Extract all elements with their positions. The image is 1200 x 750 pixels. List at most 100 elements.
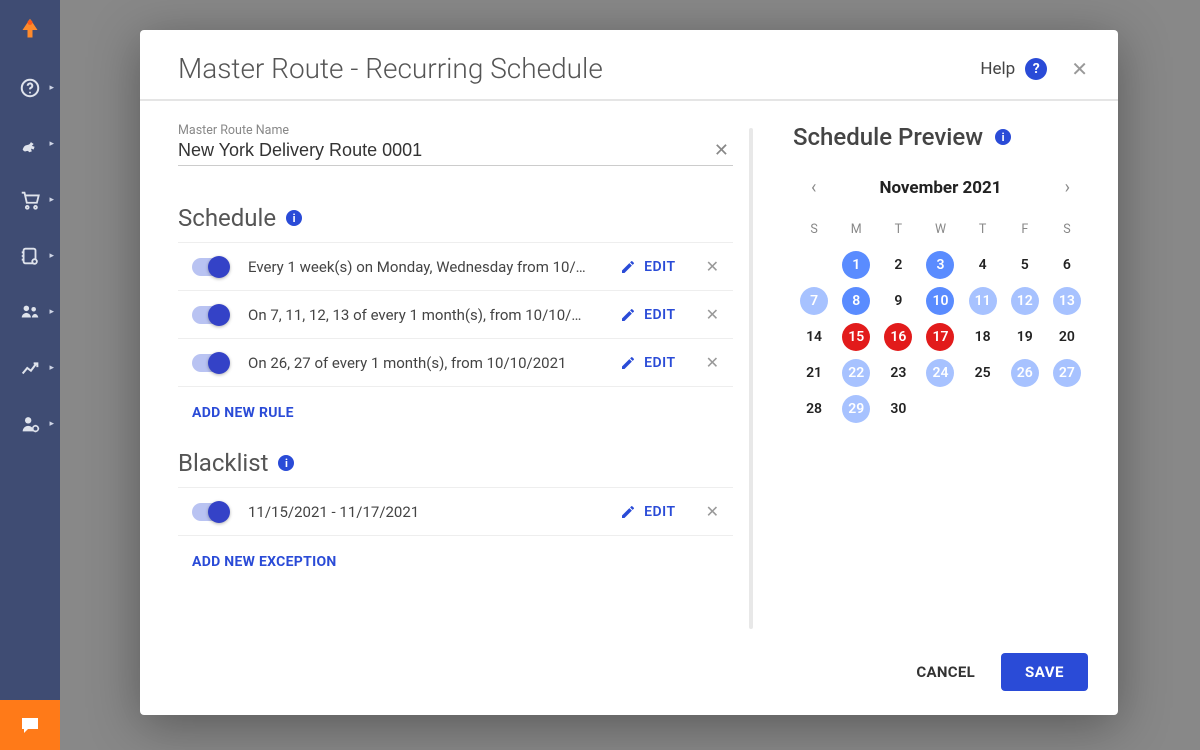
calendar-day[interactable]: 29 <box>842 395 870 423</box>
calendar-day-cell[interactable]: 15 <box>835 323 877 351</box>
next-month-button[interactable]: › <box>1057 173 1078 202</box>
add-new-rule-button[interactable]: ADD NEW RULE <box>192 405 733 421</box>
calendar-day-cell[interactable]: 4 <box>962 251 1004 279</box>
calendar-day-cell[interactable]: 7 <box>793 287 835 315</box>
calendar-day-cell[interactable]: 24 <box>919 359 961 387</box>
calendar-day[interactable]: 16 <box>884 323 912 351</box>
calendar-day[interactable]: 28 <box>800 395 828 423</box>
calendar-day-cell[interactable]: 21 <box>793 359 835 387</box>
info-icon[interactable]: i <box>995 129 1011 145</box>
blacklist-rule: 11/15/2021 - 11/17/2021 EDIT ✕ <box>178 488 733 536</box>
calendar-day[interactable]: 30 <box>884 395 912 423</box>
calendar-day[interactable]: 17 <box>926 323 954 351</box>
pencil-icon <box>620 307 636 323</box>
calendar-day[interactable]: 10 <box>926 287 954 315</box>
calendar-day-cell[interactable]: 5 <box>1004 251 1046 279</box>
save-button[interactable]: SAVE <box>1001 653 1088 691</box>
calendar-day[interactable]: 18 <box>969 323 997 351</box>
calendar-day[interactable]: 6 <box>1053 251 1081 279</box>
calendar-day[interactable]: 9 <box>884 287 912 315</box>
edit-button[interactable]: EDIT <box>612 303 683 327</box>
sidebar-item-addressbook[interactable]: ▸ <box>0 228 60 284</box>
calendar-day[interactable]: 7 <box>800 287 828 315</box>
delete-rule-icon[interactable]: ✕ <box>698 349 727 376</box>
help-icon[interactable]: ? <box>1025 58 1047 80</box>
chat-widget[interactable] <box>0 700 60 750</box>
calendar-day[interactable]: 20 <box>1053 323 1081 351</box>
info-icon[interactable]: i <box>278 455 294 471</box>
delete-rule-icon[interactable]: ✕ <box>698 498 727 525</box>
route-name-input[interactable] <box>178 140 710 161</box>
sidebar-item-account[interactable]: ▸ <box>0 396 60 452</box>
calendar-day-cell[interactable]: 19 <box>1004 323 1046 351</box>
calendar-day[interactable]: 19 <box>1011 323 1039 351</box>
rule-toggle[interactable] <box>192 306 228 324</box>
sidebar-item-help[interactable]: ▸ <box>0 60 60 116</box>
calendar-day[interactable]: 8 <box>842 287 870 315</box>
calendar-day[interactable]: 1 <box>842 251 870 279</box>
calendar-day-cell[interactable]: 8 <box>835 287 877 315</box>
calendar-day-cell[interactable]: 22 <box>835 359 877 387</box>
calendar-day-cell[interactable]: 18 <box>962 323 1004 351</box>
schedule-form: Master Route Name ✕ Schedule i Every 1 w… <box>178 123 753 639</box>
calendar-day[interactable]: 27 <box>1053 359 1081 387</box>
rule-toggle[interactable] <box>192 258 228 276</box>
calendar-day-cell[interactable]: 29 <box>835 395 877 423</box>
prev-month-button[interactable]: ‹ <box>803 173 824 202</box>
calendar-day[interactable]: 12 <box>1011 287 1039 315</box>
calendar-day[interactable]: 24 <box>926 359 954 387</box>
calendar-day-cell[interactable]: 1 <box>835 251 877 279</box>
calendar-day-cell[interactable]: 20 <box>1046 323 1088 351</box>
close-icon[interactable]: ✕ <box>1071 57 1088 81</box>
calendar-day[interactable]: 22 <box>842 359 870 387</box>
calendar-day[interactable]: 2 <box>884 251 912 279</box>
add-new-exception-button[interactable]: ADD NEW EXCEPTION <box>192 554 733 570</box>
calendar-day-cell[interactable]: 23 <box>877 359 919 387</box>
calendar-day-cell[interactable]: 12 <box>1004 287 1046 315</box>
clear-name-icon[interactable]: ✕ <box>710 140 733 161</box>
calendar-day[interactable]: 11 <box>969 287 997 315</box>
calendar-day-cell[interactable]: 10 <box>919 287 961 315</box>
calendar-day[interactable]: 3 <box>926 251 954 279</box>
calendar-day-cell[interactable]: 16 <box>877 323 919 351</box>
calendar-day[interactable]: 14 <box>800 323 828 351</box>
sidebar-item-analytics[interactable]: ▸ <box>0 340 60 396</box>
calendar-day-cell[interactable]: 11 <box>962 287 1004 315</box>
calendar-day-cell[interactable]: 27 <box>1046 359 1088 387</box>
calendar-day[interactable]: 5 <box>1011 251 1039 279</box>
calendar-day[interactable]: 13 <box>1053 287 1081 315</box>
recurring-schedule-modal: Master Route - Recurring Schedule Help ?… <box>140 30 1118 715</box>
help-link[interactable]: Help <box>980 59 1015 79</box>
delete-rule-icon[interactable]: ✕ <box>698 301 727 328</box>
calendar-day[interactable]: 15 <box>842 323 870 351</box>
rule-toggle[interactable] <box>192 354 228 372</box>
chevron-right-icon: ▸ <box>49 251 54 261</box>
calendar-day[interactable]: 25 <box>969 359 997 387</box>
calendar-day[interactable]: 23 <box>884 359 912 387</box>
calendar-day-cell[interactable]: 9 <box>877 287 919 315</box>
calendar-day-cell[interactable]: 25 <box>962 359 1004 387</box>
info-icon[interactable]: i <box>286 210 302 226</box>
calendar-day-cell[interactable]: 30 <box>877 395 919 423</box>
calendar-day-cell[interactable]: 13 <box>1046 287 1088 315</box>
calendar-day[interactable]: 26 <box>1011 359 1039 387</box>
calendar-day-cell[interactable]: 17 <box>919 323 961 351</box>
calendar-day-cell[interactable]: 2 <box>877 251 919 279</box>
edit-button[interactable]: EDIT <box>612 500 683 524</box>
calendar-day-cell[interactable]: 3 <box>919 251 961 279</box>
calendar-day[interactable]: 4 <box>969 251 997 279</box>
sidebar-item-team[interactable]: ▸ <box>0 284 60 340</box>
calendar-day-cell[interactable]: 6 <box>1046 251 1088 279</box>
cancel-button[interactable]: CANCEL <box>916 663 975 681</box>
preview-title-text: Schedule Preview <box>793 123 983 151</box>
sidebar-item-orders[interactable]: ▸ <box>0 172 60 228</box>
calendar-day-cell[interactable]: 28 <box>793 395 835 423</box>
edit-button[interactable]: EDIT <box>612 255 683 279</box>
calendar-day[interactable]: 21 <box>800 359 828 387</box>
calendar-day-cell[interactable]: 26 <box>1004 359 1046 387</box>
sidebar-item-routes[interactable]: ▸ <box>0 116 60 172</box>
calendar-day-cell[interactable]: 14 <box>793 323 835 351</box>
delete-rule-icon[interactable]: ✕ <box>698 253 727 280</box>
edit-button[interactable]: EDIT <box>612 351 683 375</box>
rule-toggle[interactable] <box>192 503 228 521</box>
